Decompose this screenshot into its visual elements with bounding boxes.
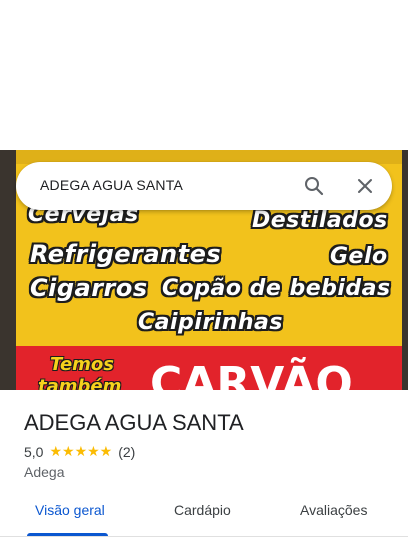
- sign-tambem: também: [38, 376, 122, 390]
- place-tabs: Visão geral Cardápio Avaliações: [0, 498, 408, 540]
- tab-reviews[interactable]: Avaliações: [300, 502, 367, 518]
- tab-overview[interactable]: Visão geral: [35, 502, 105, 518]
- search-box[interactable]: ADEGA AGUA SANTA: [16, 162, 392, 210]
- search-icon[interactable]: [302, 174, 326, 198]
- sign-copao: Copão de bebidas: [162, 276, 391, 301]
- review-count[interactable]: (2): [118, 444, 135, 460]
- sign-gelo: Gelo: [330, 244, 388, 269]
- sign-refrigerantes: Refrigerantes: [30, 240, 222, 268]
- star-rating-icon: ★★★★★: [49, 443, 113, 459]
- close-icon[interactable]: [353, 174, 377, 198]
- place-category[interactable]: Adega: [24, 464, 64, 480]
- place-title: ADEGA AGUA SANTA: [24, 410, 244, 435]
- rating-row[interactable]: 5,0 ★★★★★ (2): [24, 443, 135, 460]
- sign-cigarros: Cigarros: [30, 274, 148, 302]
- tabs-divider: [0, 536, 408, 537]
- sign-temos: Temos: [50, 354, 115, 375]
- sign-carvao: CARVÃO: [150, 358, 353, 390]
- map-blank-area: [0, 0, 408, 150]
- rating-value: 5,0: [24, 443, 44, 460]
- photo-frame-left: [0, 150, 16, 390]
- tab-menu[interactable]: Cardápio: [174, 502, 231, 518]
- photo-frame-right: [402, 150, 408, 390]
- sign-caipirinhas: Caipirinhas: [138, 310, 283, 335]
- sign-destilados: Destilados: [252, 208, 388, 233]
- place-info-panel: ADEGA AGUA SANTA 5,0 ★★★★★ (2) Adega Vis…: [0, 390, 408, 540]
- search-input[interactable]: ADEGA AGUA SANTA: [40, 177, 183, 193]
